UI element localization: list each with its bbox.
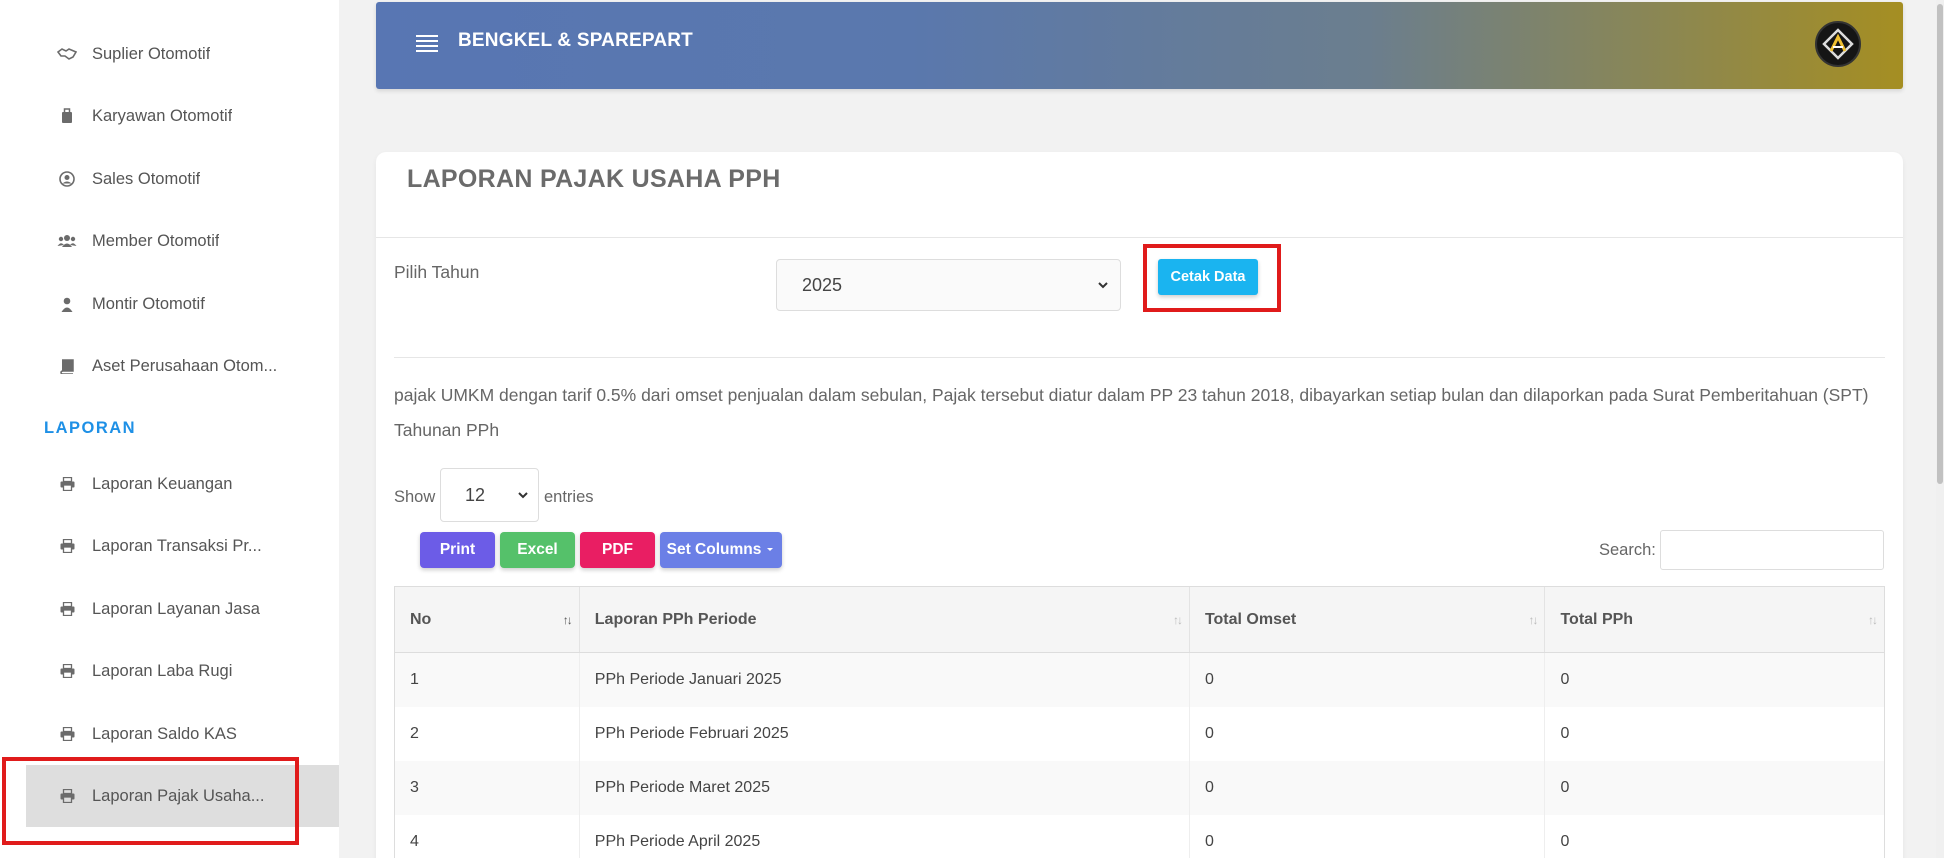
briefcase-icon <box>54 108 80 124</box>
sort-icon: ↑↓ <box>1528 613 1538 627</box>
cell-total-omset: 0 <box>1190 653 1546 707</box>
sidebar: Suplier Otomotif Karyawan Otomotif Sales… <box>0 0 339 858</box>
sidebar-item-label: Laporan Keuangan <box>92 474 233 493</box>
chevron-down-icon <box>1098 282 1108 289</box>
tax-description: pajak UMKM dengan tarif 0.5% dari omset … <box>394 385 1869 440</box>
entries-label: entries <box>544 488 594 506</box>
sidebar-item-laporan-keuangan[interactable]: Laporan Keuangan <box>26 453 339 515</box>
cell-periode: PPh Periode Maret 2025 <box>580 761 1190 815</box>
cell-total-omset: 0 <box>1190 707 1546 761</box>
scrollbar-thumb[interactable] <box>1937 4 1943 484</box>
sidebar-item-label: Karyawan Otomotif <box>92 106 233 125</box>
sort-icon: ↑↓ <box>1868 613 1878 627</box>
cell-total-pph: 0 <box>1560 671 1570 688</box>
show-label: Show <box>394 488 436 506</box>
cell-total-pph: 0 <box>1560 833 1570 850</box>
print-icon <box>54 727 80 741</box>
cetak-data-button[interactable]: Cetak Data <box>1158 259 1258 295</box>
sidebar-item-laporan-layanan[interactable]: Laporan Layanan Jasa <box>26 578 339 640</box>
table-header: No ↑↓ Laporan PPh Periode ↑↓ Total Omset… <box>395 587 1884 653</box>
sidebar-item-sales[interactable]: Sales Otomotif <box>26 148 339 210</box>
hamburger-icon[interactable] <box>416 35 438 55</box>
sidebar-item-label: Montir Otomotif <box>92 294 205 313</box>
cell-periode: PPh Periode Januari 2025 <box>580 653 1190 707</box>
cell-total-pph: 0 <box>1560 779 1570 796</box>
caret-down-icon <box>767 548 774 551</box>
user-icon <box>54 297 80 312</box>
sidebar-item-aset[interactable]: Aset Perusahaan Otom... <box>26 335 339 397</box>
logo-icon <box>1822 28 1854 60</box>
cell-periode: PPh Periode April 2025 <box>580 815 1190 858</box>
cell-periode: PPh Periode Februari 2025 <box>580 707 1190 761</box>
print-icon <box>54 477 80 491</box>
cell-no: 4 <box>395 815 580 858</box>
sidebar-item-label: Laporan Laba Rugi <box>92 661 233 680</box>
cell-no: 2 <box>395 707 580 761</box>
year-select[interactable]: 2025 <box>776 259 1121 311</box>
cell-total-omset: 0 <box>1190 815 1546 858</box>
table-row: 3 PPh Periode Maret 2025 0 0 <box>395 761 1884 815</box>
user-circle-icon <box>54 171 80 187</box>
pph-table: No ↑↓ Laporan PPh Periode ↑↓ Total Omset… <box>394 586 1885 858</box>
column-header-total-omset[interactable]: Total Omset ↑↓ <box>1190 587 1546 652</box>
print-icon <box>54 664 80 678</box>
brand-title: BENGKEL & SPAREPART <box>458 30 693 51</box>
set-columns-label: Set Columns <box>666 541 762 558</box>
print-icon <box>54 602 80 616</box>
table-row: 2 PPh Periode Februari 2025 0 0 <box>395 707 1884 761</box>
year-label: Pilih Tahun <box>394 262 480 282</box>
report-card: LAPORAN PAJAK USAHA PPH Pilih Tahun 2025… <box>376 152 1903 858</box>
sidebar-item-label: Laporan Transaksi Pr... <box>92 536 262 555</box>
top-header: BENGKEL & SPAREPART <box>376 2 1903 89</box>
users-icon <box>54 234 80 248</box>
sidebar-item-label: Sales Otomotif <box>92 169 201 188</box>
sidebar-item-label: Laporan Saldo KAS <box>92 724 237 743</box>
book-icon <box>54 358 80 374</box>
sidebar-item-label: Aset Perusahaan Otom... <box>92 356 278 375</box>
column-header-total-pph[interactable]: Total PPh ↑↓ <box>1545 587 1884 652</box>
entries-select[interactable]: 12 <box>440 468 539 522</box>
cell-no: 3 <box>395 761 580 815</box>
sort-icon: ↑↓ <box>1172 613 1183 627</box>
handshake-icon <box>54 47 80 61</box>
sidebar-item-label: Suplier Otomotif <box>92 44 211 63</box>
column-header-no[interactable]: No ↑↓ <box>395 587 580 652</box>
search-input[interactable] <box>1660 530 1884 570</box>
cell-total-pph: 0 <box>1560 725 1570 742</box>
sidebar-item-label: Member Otomotif <box>92 231 220 250</box>
divider <box>376 237 1903 238</box>
sidebar-item-montir[interactable]: Montir Otomotif <box>26 273 339 335</box>
pdf-button[interactable]: PDF <box>580 532 655 568</box>
sidebar-item-label: Laporan Layanan Jasa <box>92 599 260 618</box>
cell-no: 1 <box>395 653 580 707</box>
excel-button[interactable]: Excel <box>500 532 575 568</box>
sidebar-item-laporan-pajak-usaha[interactable]: Laporan Pajak Usaha... <box>26 765 339 827</box>
chevron-down-icon <box>518 492 528 499</box>
sidebar-item-laporan-transaksi[interactable]: Laporan Transaksi Pr... <box>26 515 339 577</box>
page-title: LAPORAN PAJAK USAHA PPH <box>407 165 781 193</box>
print-icon <box>54 789 80 803</box>
sidebar-item-laporan-laba-rugi[interactable]: Laporan Laba Rugi <box>26 640 339 702</box>
print-button[interactable]: Print <box>420 532 495 568</box>
entries-select-value: 12 <box>465 484 486 505</box>
print-icon <box>54 539 80 553</box>
avatar[interactable] <box>1815 21 1861 67</box>
search-label: Search: <box>1599 541 1656 559</box>
year-select-value: 2025 <box>802 274 843 295</box>
sidebar-item-laporan-saldo-kas[interactable]: Laporan Saldo KAS <box>26 703 339 765</box>
sidebar-item-label: Laporan Pajak Usaha... <box>92 786 265 805</box>
page-scrollbar[interactable] <box>1936 0 1944 858</box>
table-row: 1 PPh Periode Januari 2025 0 0 <box>395 653 1884 707</box>
sidebar-item-karyawan[interactable]: Karyawan Otomotif <box>26 85 339 147</box>
sidebar-item-member[interactable]: Member Otomotif <box>26 210 339 272</box>
set-columns-button[interactable]: Set Columns <box>660 532 782 568</box>
sort-icon: ↑↓ <box>562 613 573 627</box>
divider <box>394 357 1885 358</box>
sidebar-section-laporan: LAPORAN <box>44 419 137 437</box>
column-header-periode[interactable]: Laporan PPh Periode ↑↓ <box>580 587 1190 652</box>
table-row: 4 PPh Periode April 2025 0 0 <box>395 815 1884 858</box>
cell-total-omset: 0 <box>1190 761 1546 815</box>
sidebar-item-suplier[interactable]: Suplier Otomotif <box>26 23 339 85</box>
